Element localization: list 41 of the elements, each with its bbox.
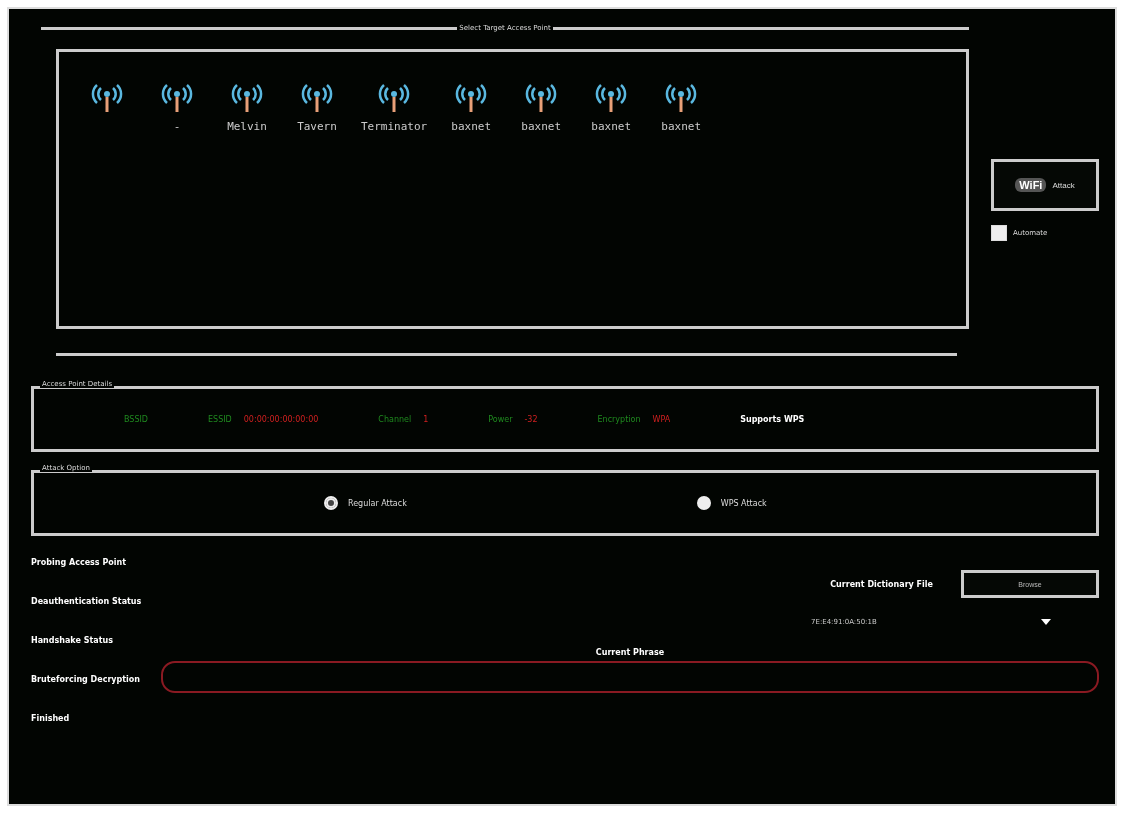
status-label: Finished: [31, 714, 71, 723]
access-point-item[interactable]: Melvin: [219, 80, 275, 135]
field-value: WPA: [652, 414, 671, 424]
status-label: Bruteforcing Decryption: [31, 675, 142, 684]
access-point-item[interactable]: baxnet: [653, 80, 710, 135]
caret-icon: [1041, 619, 1051, 625]
antenna-icon: [91, 82, 123, 114]
field-label: Power: [488, 414, 513, 424]
dictionary-label: Current Dictionary File: [830, 579, 933, 589]
field-label: BSSID: [124, 414, 149, 424]
access-point-item[interactable]: baxnet: [513, 80, 570, 135]
field-label: Channel: [378, 414, 412, 424]
antenna-icon: [378, 82, 411, 114]
access-point-item[interactable]: baxnet: [443, 80, 500, 135]
radio-label: Regular Attack: [348, 498, 407, 508]
antenna-icon: [161, 82, 193, 114]
antenna-icon: [665, 82, 698, 114]
phrase-label: Current Phrase: [595, 648, 665, 657]
checkbox[interactable]: [991, 225, 1007, 241]
status-label: Probing Access Point: [31, 558, 127, 567]
field-value: 1: [423, 414, 429, 424]
radio-label: WPS Attack: [720, 498, 767, 508]
status-label: Handshake Status: [31, 636, 114, 645]
access-point-item[interactable]: -: [149, 80, 205, 135]
attack-button[interactable]: WiFi Attack: [991, 159, 1099, 211]
antenna-icon: [595, 82, 628, 114]
access-point-item[interactable]: Tavern: [289, 80, 345, 135]
antenna-icon: [525, 82, 558, 114]
field-label: ESSID: [208, 414, 232, 424]
access-point-item[interactable]: Terminator: [359, 80, 430, 135]
field-value: 00:00:00:00:00:00: [243, 414, 319, 424]
access-point-item[interactable]: baxnet: [583, 80, 640, 135]
antenna-icon: [301, 82, 333, 114]
status-label: Deauthentication Status: [31, 597, 143, 606]
field-value: -32: [524, 414, 538, 424]
radio-button[interactable]: [696, 496, 711, 510]
radio-button[interactable]: [324, 496, 338, 510]
field-label: Encryption: [597, 414, 641, 424]
wps-note: Supports WPS: [740, 414, 805, 424]
antenna-icon: [231, 82, 263, 114]
antenna-icon: [455, 82, 488, 114]
